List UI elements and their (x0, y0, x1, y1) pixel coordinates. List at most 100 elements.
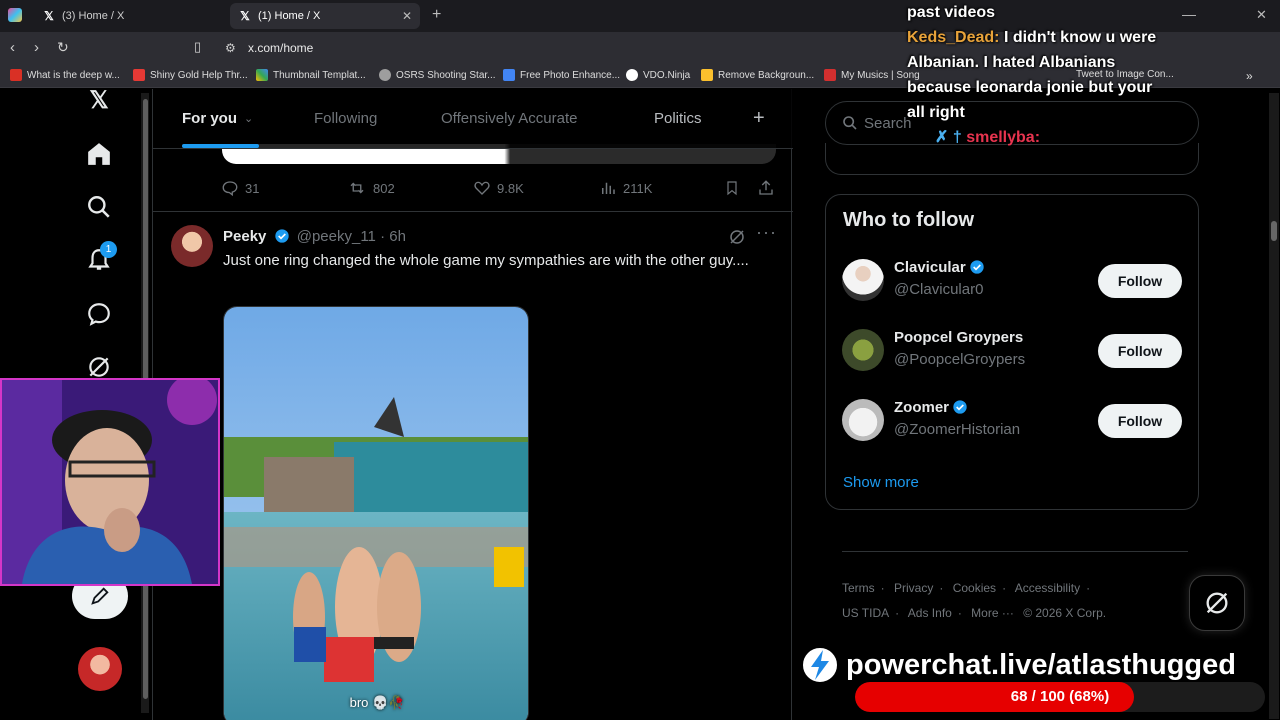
post-time[interactable]: · 6h (380, 228, 406, 245)
goal-progress-bar: 68 / 100 (68%) (855, 682, 1265, 712)
show-more-link[interactable]: Show more (843, 474, 919, 491)
site-info-icon[interactable]: ⚙ (225, 41, 236, 55)
chat-message: Keds_Dead: I didn't know u were Albanian… (907, 25, 1167, 125)
bookmark-item[interactable]: VDO.Ninja (626, 69, 690, 81)
bookmark-label: Remove Backgroun... (718, 69, 815, 81)
bookmark-label: Free Photo Enhance... (520, 69, 621, 81)
like-button[interactable]: 9.8K (473, 179, 524, 197)
follow-button[interactable]: Follow (1098, 264, 1182, 298)
share-icon (759, 180, 773, 195)
workspace-icon[interactable] (8, 8, 22, 22)
views-button[interactable]: 211K (599, 179, 652, 197)
footer-link[interactable]: Privacy (894, 581, 933, 595)
follow-suggestion[interactable]: Poopcel Groypers @PoopcelGroypers Follow (826, 317, 1198, 383)
suggestion-handle: @PoopcelGroypers (894, 351, 1026, 368)
back-button[interactable]: ‹ (10, 39, 15, 56)
bookmark-item[interactable]: Free Photo Enhance... (503, 69, 620, 81)
reload-button[interactable]: ↻ (57, 39, 69, 56)
suggestion-name[interactable]: Poopcel Groypers (894, 329, 1023, 346)
reply-count: 31 (245, 180, 260, 196)
footer-link[interactable]: Terms (842, 581, 875, 595)
post-author-handle[interactable]: @peeky_11 (297, 228, 376, 245)
bookmark-favicon-icon (10, 69, 22, 81)
post[interactable]: Peeky @peeky_11 · 6h ··· Just one ring c… (153, 211, 793, 720)
footer-dot: · (957, 606, 962, 620)
window-close-button[interactable]: ✕ (1256, 7, 1267, 23)
avatar[interactable] (171, 225, 213, 267)
more-options-icon[interactable]: ··· (756, 222, 777, 243)
bookmark-item[interactable]: Shiny Gold Help Thr... (133, 69, 248, 81)
bookmark-favicon-icon (701, 69, 713, 81)
footer-dot: · (880, 581, 885, 595)
browser-tab-2[interactable]: 𝕏 (1) Home / X ✕ (230, 3, 420, 29)
minimize-button[interactable]: — (1182, 6, 1196, 22)
avatar[interactable] (842, 399, 884, 441)
search-icon (843, 116, 857, 130)
home-icon[interactable] (84, 139, 114, 169)
tab-title: (1) Home / X (258, 10, 321, 22)
grok-icon[interactable] (728, 228, 746, 251)
add-tab-icon[interactable]: + (753, 107, 765, 130)
search-icon[interactable] (84, 192, 114, 222)
footer-link[interactable]: Ads Info (908, 606, 952, 620)
tab-for-you[interactable]: For you (182, 110, 237, 127)
bookmark-icon[interactable]: ▯ (194, 39, 201, 55)
suggestion-name[interactable]: Zoomer (894, 399, 971, 416)
heart-icon (474, 181, 490, 195)
x-logo-icon[interactable]: 𝕏 (84, 89, 114, 115)
tab-following[interactable]: Following (314, 110, 377, 127)
follow-button[interactable]: Follow (1098, 404, 1182, 438)
repost-button[interactable]: 802 (347, 179, 395, 197)
feed-tabs: For you ⌄ Following Offensively Accurate… (153, 89, 793, 149)
bookmarks-overflow-icon[interactable]: » (1246, 69, 1253, 83)
bookmark-item[interactable]: Thumbnail Templat... (256, 69, 366, 81)
post-video[interactable]: bro 💀🥀 (223, 306, 529, 720)
footer-link[interactable]: Cookies (953, 581, 996, 595)
share-button[interactable] (757, 179, 781, 197)
footer-more-link[interactable]: More ··· (971, 606, 1014, 620)
follow-suggestion[interactable]: Zoomer @ZoomerHistorian Follow (826, 387, 1198, 453)
avatar[interactable] (842, 259, 884, 301)
follow-suggestion[interactable]: Clavicular @Clavicular0 Follow (826, 247, 1198, 313)
post-author-name[interactable]: Peeky (223, 228, 266, 245)
bookmark-favicon-icon (626, 69, 638, 81)
tab-offensively-accurate[interactable]: Offensively Accurate (441, 110, 577, 127)
bookmark-button[interactable] (724, 179, 746, 197)
lightning-icon (801, 646, 839, 684)
suggestion-handle: @ZoomerHistorian (894, 421, 1021, 438)
avatar[interactable] (842, 329, 884, 371)
bookmark-label: VDO.Ninja (643, 69, 691, 81)
who-to-follow-title: Who to follow (843, 209, 975, 231)
video-caption: bro 💀🥀 (349, 695, 405, 710)
compose-icon (91, 587, 109, 605)
grok-button[interactable] (1189, 575, 1245, 631)
previous-post-actions: 31 802 9.8K 211K (221, 179, 781, 199)
bookmark-label: What is the deep w... (27, 69, 120, 81)
close-tab-icon[interactable]: ✕ (402, 9, 412, 23)
suggestion-name[interactable]: Clavicular (894, 259, 988, 276)
profile-avatar[interactable] (78, 647, 122, 691)
right-scrollbar-thumb[interactable] (1271, 221, 1277, 241)
bookmark-item[interactable]: Remove Backgroun... (701, 69, 814, 81)
new-tab-button[interactable]: + (432, 6, 441, 24)
post-header: Peeky @peeky_11 · 6h (223, 228, 406, 245)
views-icon (602, 182, 615, 194)
tab-politics[interactable]: Politics (654, 110, 702, 127)
follow-button[interactable]: Follow (1098, 334, 1182, 368)
verified-badge-icon (970, 260, 984, 274)
footer-dot: · (1002, 581, 1007, 595)
footer-link[interactable]: Accessibility (1015, 581, 1080, 595)
chevron-down-icon[interactable]: ⌄ (244, 112, 253, 125)
bookmark-item[interactable]: My Musics | Song (824, 69, 920, 81)
reply-button[interactable]: 31 (221, 179, 259, 197)
messages-icon[interactable] (84, 299, 114, 329)
bookmark-item[interactable]: OSRS Shooting Star... (379, 69, 496, 81)
bookmark-item[interactable]: What is the deep w... (10, 69, 120, 81)
verified-badge-icon (953, 400, 967, 414)
footer-link[interactable]: US TIDA (842, 606, 889, 620)
right-scrollbar[interactable] (1269, 93, 1279, 719)
forward-button[interactable]: › (34, 39, 39, 56)
goal-progress-text: 68 / 100 (68%) (1010, 688, 1110, 705)
powerchat-url: powerchat.live/atlasthugged (846, 648, 1236, 681)
browser-tab-1[interactable]: 𝕏 (3) Home / X (34, 3, 224, 29)
